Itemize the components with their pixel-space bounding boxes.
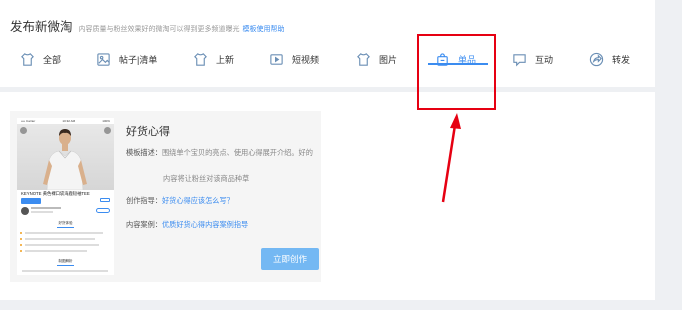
avatar: [21, 207, 29, 215]
preview-text-line: [25, 232, 103, 234]
status-carrier: •••• Carrier: [21, 119, 36, 123]
guide-label: 创作指导：: [126, 196, 162, 205]
publish-panel: 发布新微淘 内容质量与粉丝效果好的微淘可以得到更多频道曝光 模板使用帮助 全部 …: [0, 0, 655, 87]
tab-post-list[interactable]: 帖子|清单: [95, 44, 157, 74]
preview-text-line: [25, 238, 95, 240]
preview-section-heading: 制图解析: [58, 259, 73, 263]
tab-interaction[interactable]: 互动: [511, 44, 553, 74]
tab-label: 互动: [535, 54, 554, 65]
template-content-panel: •••• Carrier 10:32 AM 100% KEYNOTE 黄色裸口袋…: [0, 92, 655, 300]
product-model-photo: [17, 124, 114, 190]
shirt-icon: [355, 51, 371, 67]
page-description: 内容质量与粉丝效果好的微淘可以得到更多频道曝光: [78, 26, 240, 33]
preview-price-tag: [21, 198, 41, 204]
tab-forward[interactable]: 转发: [588, 44, 630, 74]
preview-section-divider: [57, 227, 74, 228]
preview-text-line: [22, 270, 108, 272]
tab-label: 帖子|清单: [119, 54, 158, 65]
preview-tag-button: [100, 198, 110, 202]
example-link[interactable]: 优质好货心得内容案例指导: [162, 220, 248, 229]
description-text: 围绕单个宝贝的亮点、使用心得展开介绍。好的: [161, 148, 313, 157]
bullet-dot: [20, 238, 22, 240]
shirt-icon: [19, 51, 35, 67]
template-preview-phone: •••• Carrier 10:32 AM 100% KEYNOTE 黄色裸口袋…: [17, 118, 114, 275]
description-label: 模板描述：: [126, 148, 162, 157]
tab-new-arrival[interactable]: 上新: [192, 44, 234, 74]
preview-text-line: [25, 244, 99, 246]
description-text-continued: 内容将让粉丝对该商品种草: [163, 174, 250, 183]
tab-single-item[interactable]: 单品: [434, 44, 476, 74]
tab-label: 短视频: [292, 54, 320, 65]
shirt-icon: [192, 51, 208, 67]
back-icon: [20, 127, 27, 134]
image-list-icon: [95, 51, 111, 67]
preview-section-divider: [57, 265, 74, 266]
status-battery: 100%: [102, 119, 110, 123]
tab-label: 转发: [612, 54, 631, 65]
create-now-button[interactable]: 立即创作: [261, 248, 319, 270]
page-title: 发布新微淘: [10, 20, 73, 34]
title-row: 发布新微淘 内容质量与粉丝效果好的微淘可以得到更多频道曝光 模板使用帮助: [10, 16, 285, 35]
share-icon: [104, 127, 111, 134]
bullet-dot: [20, 250, 22, 252]
preview-follow-button: [96, 208, 110, 213]
preview-product-title: KEYNOTE 黄色裸口袋海鹿短袖TEE: [21, 191, 90, 196]
tab-label: 上新: [216, 54, 235, 65]
template-card: •••• Carrier 10:32 AM 100% KEYNOTE 黄色裸口袋…: [10, 111, 321, 282]
example-label: 内容案例：: [126, 220, 162, 229]
chat-icon: [511, 51, 527, 67]
content-example-row: 内容案例：优质好货心得内容案例指导: [126, 219, 248, 231]
tab-label: 图片: [379, 54, 398, 65]
tab-label: 全部: [43, 54, 62, 65]
creation-guide-row: 创作指导：好货心得应该怎么写？: [126, 195, 234, 207]
template-description-row: 模板描述：围绕单个宝贝的亮点、使用心得展开介绍。好的: [126, 147, 313, 159]
bullet-dot: [20, 244, 22, 246]
template-tabs: 全部 帖子|清单 上新 短视频 图片 单品 互动 转发: [0, 44, 655, 74]
template-title: 好货心得: [126, 126, 170, 138]
preview-section-heading: 好货体验: [58, 221, 73, 225]
tab-all[interactable]: 全部: [19, 44, 61, 74]
preview-author-sub-line: [31, 211, 53, 213]
bullet-dot: [20, 232, 22, 234]
share-icon: [588, 51, 604, 67]
preview-author-line: [31, 207, 61, 209]
preview-text-line: [25, 250, 87, 252]
tab-short-video[interactable]: 短视频: [268, 44, 319, 74]
guide-link[interactable]: 好货心得应该怎么写？: [162, 196, 234, 205]
status-time: 10:32 AM: [62, 119, 76, 123]
video-icon: [268, 51, 284, 67]
active-tab-indicator: [428, 63, 488, 65]
tab-image[interactable]: 图片: [355, 44, 397, 74]
template-help-link[interactable]: 模板使用帮助: [243, 24, 285, 34]
